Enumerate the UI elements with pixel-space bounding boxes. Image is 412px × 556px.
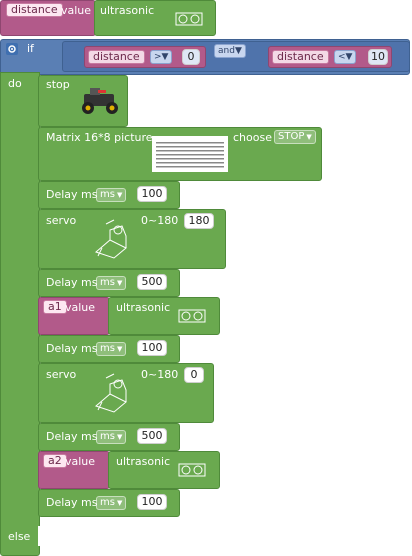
servo-icon [95, 373, 127, 413]
chevron-down-icon: ▼ [116, 191, 123, 199]
a2-ultrasonic-label: ultrasonic [116, 455, 171, 468]
chevron-down-icon: ▼ [116, 279, 123, 287]
and-operator-label: and [218, 46, 235, 56]
delay-unit-dropdown-3[interactable]: ms ▼ [96, 342, 127, 356]
delay-unit-4: ms [100, 431, 115, 442]
do-spine [0, 72, 40, 556]
right-distance-pill[interactable]: distance [272, 50, 329, 64]
ultrasonic-sensor-icon [175, 12, 203, 26]
delay-label-3: Delay ms [46, 342, 98, 355]
delay-unit-5: ms [100, 497, 115, 508]
value-label: value [61, 4, 92, 17]
delay-value-input-5[interactable]: 100 [137, 494, 167, 510]
chevron-down-icon: ▼ [116, 499, 123, 507]
chevron-down-icon: ▼ [306, 133, 312, 141]
delay-unit-dropdown-2[interactable]: ms ▼ [96, 276, 127, 290]
servo-icon [95, 219, 127, 259]
ultrasonic-sensor-icon [178, 309, 206, 323]
delay-unit-dropdown-1[interactable]: ms ▼ [96, 188, 127, 202]
delay-unit-dropdown-4[interactable]: ms ▼ [96, 430, 127, 444]
servo-label-1: servo [46, 214, 77, 227]
matrix-picture-icon [152, 136, 228, 172]
chevron-down-icon: ▼ [345, 52, 353, 62]
servo-label-2: servo [46, 368, 77, 381]
right-operator-label: < [338, 52, 346, 62]
chevron-down-icon: ▼ [234, 46, 242, 56]
choose-label: choose [233, 131, 272, 144]
delay-label-1: Delay ms [46, 188, 98, 201]
delay-unit-1: ms [100, 189, 115, 200]
ultrasonic-sensor-icon [178, 463, 206, 477]
left-distance-pill[interactable]: distance [88, 50, 145, 64]
servo-range-1: 0~180 [141, 214, 179, 227]
distance-var-pill[interactable]: distance [6, 3, 63, 17]
left-operator-label: > [154, 52, 162, 62]
left-operator-dropdown[interactable]: >▼ [150, 50, 173, 64]
delay-unit-dropdown-5[interactable]: ms ▼ [96, 496, 127, 510]
a1-ultrasonic-label: ultrasonic [116, 301, 171, 314]
delay-value-input-2[interactable]: 500 [137, 274, 167, 290]
delay-unit-3: ms [100, 343, 115, 354]
matrix-choose-value: STOP [278, 131, 305, 142]
else-slot [38, 526, 60, 546]
else-label: else [8, 530, 31, 543]
delay-unit-2: ms [100, 277, 115, 288]
matrix-choose-dropdown[interactable]: STOP ▼ [274, 130, 316, 144]
delay-value-input-1[interactable]: 100 [137, 186, 167, 202]
do-label: do [8, 77, 22, 90]
delay-value-input-4[interactable]: 500 [137, 428, 167, 444]
delay-label-4: Delay ms [46, 430, 98, 443]
delay-value-input-3[interactable]: 100 [137, 340, 167, 356]
gear-icon[interactable] [6, 43, 18, 55]
right-value-input[interactable]: 10 [368, 49, 388, 65]
chevron-down-icon: ▼ [116, 345, 123, 353]
right-operator-dropdown[interactable]: <▼ [334, 50, 357, 64]
chevron-down-icon: ▼ [116, 433, 123, 441]
delay-label-2: Delay ms [46, 276, 98, 289]
servo-value-input-1[interactable]: 180 [184, 213, 214, 229]
servo-value-input-2[interactable]: 0 [184, 367, 204, 383]
a2-value-label: value [65, 455, 96, 468]
a2-var-pill[interactable]: a2 [43, 454, 67, 468]
a1-var-pill[interactable]: a1 [43, 300, 67, 314]
ultrasonic-label: ultrasonic [100, 4, 155, 17]
a1-value-label: value [65, 301, 96, 314]
robot-car-icon [82, 88, 118, 114]
delay-label-5: Delay ms [46, 496, 98, 509]
servo-range-2: 0~180 [141, 368, 179, 381]
and-operator-dropdown[interactable]: and▼ [214, 44, 246, 58]
chevron-down-icon: ▼ [161, 52, 169, 62]
if-label: if [27, 42, 34, 55]
left-value-input[interactable]: 0 [182, 49, 200, 65]
matrix-label: Matrix 16*8 picture [46, 131, 153, 144]
stop-label: stop [46, 78, 70, 91]
